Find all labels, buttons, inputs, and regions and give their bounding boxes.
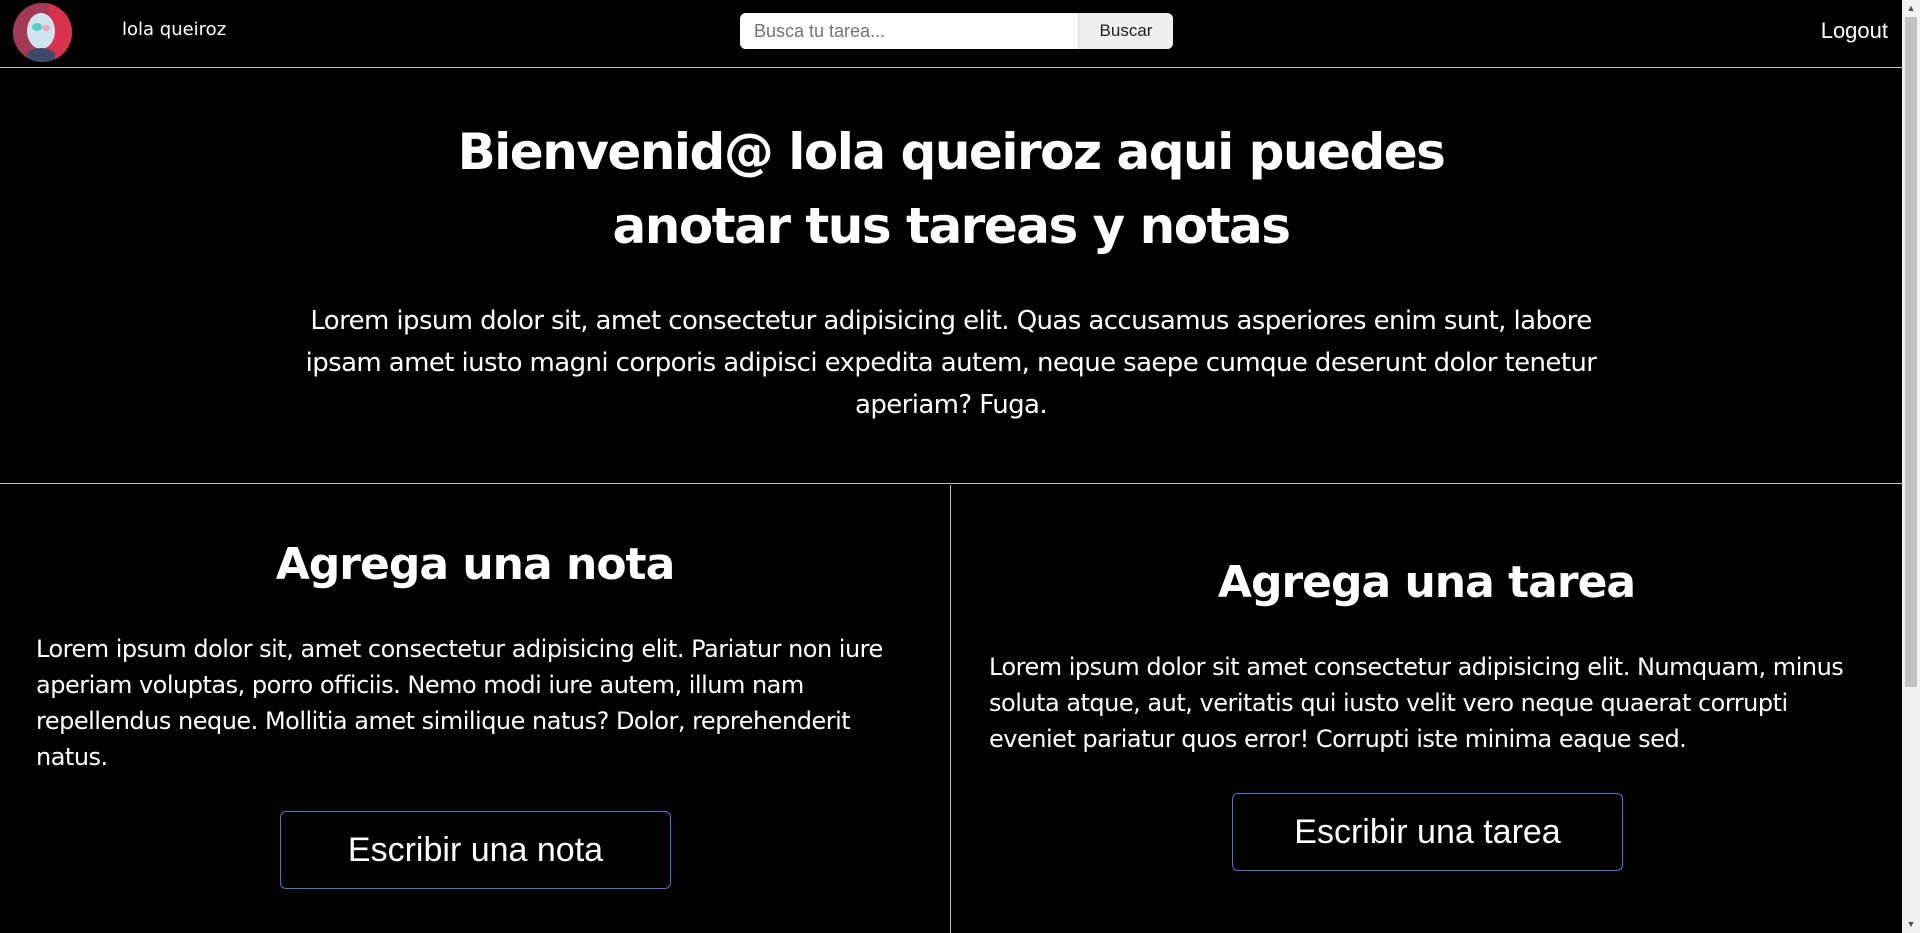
write-task-button[interactable]: Escribir una tarea (1232, 793, 1623, 871)
vertical-scrollbar[interactable]: ▲ ▼ (1902, 0, 1920, 933)
scrollbar-thumb[interactable] (1905, 17, 1917, 687)
avatar[interactable] (13, 3, 72, 62)
tasks-description: Lorem ipsum dolor sit amet consectetur a… (989, 653, 1844, 753)
actions-section: Agrega una nota Lorem ipsum dolor sit, a… (0, 485, 1902, 933)
search-form: Buscar (740, 13, 1173, 49)
tasks-column: Agrega una tarea Lorem ipsum dolor sit a… (951, 485, 1902, 933)
search-button[interactable]: Buscar (1078, 13, 1173, 49)
logout-link[interactable]: Logout (1821, 18, 1888, 44)
user-name: lola queiroz (122, 19, 227, 40)
hero-description: Lorem ipsum dolor sit, amet consectetur … (305, 306, 1597, 420)
hero-section: Bienvenid@ lola queiroz aqui puedes anot… (0, 69, 1902, 484)
avatar-image (13, 3, 72, 62)
write-note-button[interactable]: Escribir una nota (280, 811, 671, 889)
triangle-down-icon[interactable]: ▼ (1902, 916, 1920, 933)
triangle-up-icon[interactable]: ▲ (1902, 0, 1920, 17)
navbar: lola queiroz Buscar Logout (0, 0, 1902, 68)
notes-description: Lorem ipsum dolor sit, amet consectetur … (36, 635, 883, 771)
app-viewport: lola queiroz Buscar Logout Bienvenid@ lo… (0, 0, 1920, 933)
notes-column: Agrega una nota Lorem ipsum dolor sit, a… (0, 485, 951, 933)
tasks-title: Agrega una tarea (1217, 557, 1636, 608)
hero-title: Bienvenid@ lola queiroz aqui puedes anot… (457, 123, 1446, 255)
notes-title: Agrega una nota (275, 539, 676, 590)
search-input[interactable] (740, 13, 1078, 49)
